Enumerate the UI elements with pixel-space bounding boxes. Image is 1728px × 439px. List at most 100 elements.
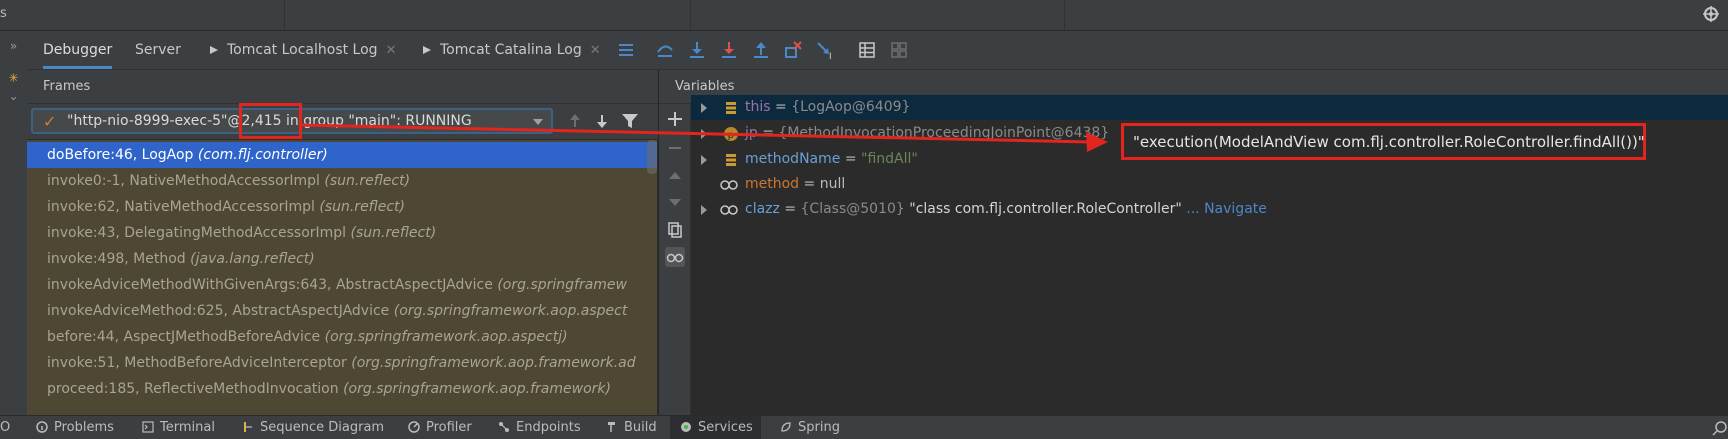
status-item-problems[interactable]: Problems	[36, 416, 114, 439]
frame-row[interactable]: invoke:43, DelegatingMethodAccessorImpl …	[27, 220, 657, 246]
close-icon[interactable]: ✕	[386, 43, 397, 58]
variable-row-this[interactable]: this = {LogAop@6409}	[691, 95, 1728, 120]
expand-arrow-icon[interactable]	[701, 155, 707, 165]
status-item-spring[interactable]: Spring	[780, 416, 840, 439]
tab-tomcat-localhost-log[interactable]: Tomcat Localhost Log ✕	[209, 31, 396, 69]
log-icon	[423, 46, 431, 54]
var-value: "findAll"	[861, 151, 918, 167]
step-over-icon[interactable]	[655, 40, 675, 60]
variables-toolbar	[659, 104, 691, 415]
frame-row[interactable]: invoke:498, Method (java.lang.reflect)	[27, 246, 657, 272]
expand-arrow-icon[interactable]	[701, 205, 707, 215]
toolbar-divider	[690, 0, 691, 30]
frame-row[interactable]: invokeAdviceMethodWithGivenArgs:643, Abs…	[27, 272, 657, 298]
remove-icon[interactable]	[665, 138, 685, 158]
frame-row[interactable]: before:44, AspectJMethodBeforeAdvice (or…	[27, 324, 657, 350]
frame-method: proceed:185, ReflectiveMethodInvocation	[47, 381, 339, 397]
status-item-sequence-diagram[interactable]: Sequence Diagram	[242, 416, 384, 439]
status-item-profiler[interactable]: Profiler	[408, 416, 472, 439]
parameter-icon: p	[724, 127, 738, 141]
frames-list: doBefore:46, LogAop (com.flj.controller)…	[27, 140, 657, 415]
frame-package: (org.springframework.aop.framework)	[343, 381, 611, 397]
frame-row[interactable]: invoke0:-1, NativeMethodAccessorImpl (su…	[27, 168, 657, 194]
status-item-endpoints[interactable]: Endpoints	[498, 416, 581, 439]
var-value: {MethodInvocationProceedingJoinPoint@643…	[778, 125, 1110, 141]
frames-scrollbar[interactable]	[647, 140, 657, 174]
frame-row[interactable]: proceed:185, ReflectiveMethodInvocation …	[27, 376, 657, 402]
status-label: Problems	[54, 420, 114, 435]
hammer-icon	[608, 422, 615, 432]
step-into-icon[interactable]	[687, 40, 707, 60]
run-to-cursor-icon[interactable]: I	[815, 40, 835, 60]
tab-server[interactable]: Server	[135, 31, 181, 69]
frame-package: (sun.reflect)	[324, 173, 411, 189]
filter-icon[interactable]	[621, 112, 639, 130]
var-name: method	[745, 176, 800, 192]
copy-icon[interactable]	[665, 220, 685, 240]
frame-package: (com.flj.controller)	[197, 147, 328, 163]
debug-bug-icon[interactable]: ✳	[0, 71, 27, 85]
variable-row-method[interactable]: method = null	[691, 172, 1728, 197]
arrow-up-icon[interactable]	[566, 112, 584, 130]
watch-icon[interactable]	[665, 247, 685, 267]
status-label: Sequence Diagram	[260, 420, 385, 435]
debug-tab-bar: Debugger Server Tomcat Localhost Log ✕ To…	[27, 31, 1728, 70]
arrow-down-icon[interactable]	[593, 112, 611, 130]
status-label: Build	[624, 420, 657, 435]
status-label: Profiler	[426, 420, 472, 435]
force-step-into-icon[interactable]	[719, 40, 739, 60]
add-icon[interactable]	[665, 109, 685, 129]
variables-title: Variables	[675, 79, 735, 94]
field-icon	[726, 154, 736, 166]
gear-icon[interactable]	[1702, 5, 1720, 23]
status-item-services[interactable]: Services	[670, 416, 761, 439]
status-item-o[interactable]: O	[0, 416, 10, 439]
frame-package: (sun.reflect)	[350, 225, 437, 241]
frame-method: invoke:62, NativeMethodAccessorImpl	[47, 199, 315, 215]
frame-method: invoke:498, Method	[47, 251, 186, 267]
status-label: O	[0, 420, 11, 435]
evaluate-icon[interactable]	[857, 40, 877, 60]
status-label: Terminal	[160, 420, 215, 435]
callout-text: "execution(ModelAndView com.flj.controll…	[1133, 133, 1645, 151]
profiler-icon	[408, 421, 420, 433]
frame-package: (org.springframework.aop.framework.ad	[351, 355, 636, 371]
close-icon[interactable]: ✕	[590, 43, 601, 58]
frame-method: before:44, AspectJMethodBeforeAdvice	[47, 329, 321, 345]
var-eq: =	[757, 125, 779, 141]
frame-row[interactable]: invoke:62, NativeMethodAccessorImpl (sun…	[27, 194, 657, 220]
variable-row-clazz[interactable]: clazz = {Class@5010} "class com.flj.cont…	[691, 197, 1728, 222]
frame-package: (java.lang.reflect)	[190, 251, 315, 267]
navigate-link[interactable]: ... Navigate	[1182, 201, 1267, 217]
status-label: Endpoints	[516, 420, 581, 435]
restore-layout-icon[interactable]	[889, 40, 909, 60]
expand-arrow-icon[interactable]	[701, 103, 707, 113]
thread-selector-row: ✓ "http-nio-8999-exec-5"@2,415 in group …	[27, 104, 658, 139]
frame-row[interactable]: doBefore:46, LogAop (com.flj.controller)	[27, 142, 657, 168]
tab-debugger[interactable]: Debugger	[43, 31, 113, 69]
info-icon	[36, 421, 48, 433]
search-icon[interactable]	[1712, 420, 1728, 436]
move-down-icon[interactable]	[665, 192, 685, 212]
menu-icon[interactable]	[616, 40, 636, 60]
watch-icon	[720, 180, 738, 190]
frames-title: Frames	[43, 79, 91, 94]
status-item-terminal[interactable]: Terminal	[142, 416, 215, 439]
services-icon	[681, 422, 691, 432]
frame-method: invokeAdviceMethodWithGivenArgs:643, Abs…	[47, 277, 493, 293]
frame-package: (org.springframew	[497, 277, 627, 293]
expand-chevron-icon[interactable]: »	[0, 39, 27, 53]
drop-frame-icon[interactable]	[783, 40, 803, 60]
spring-icon	[781, 422, 791, 432]
frame-row[interactable]: invoke:51, MethodBeforeAdviceInterceptor…	[27, 350, 657, 376]
chevron-down-icon[interactable]: ⌄	[0, 89, 27, 103]
frame-method: invoke:43, DelegatingMethodAccessorImpl	[47, 225, 347, 241]
move-up-icon[interactable]	[665, 166, 685, 186]
frame-row[interactable]: invokeAdviceMethod:625, AbstractAspectJA…	[27, 298, 657, 324]
status-item-build[interactable]: Build	[606, 416, 657, 439]
chevron-down-icon[interactable]	[533, 119, 543, 125]
expand-arrow-icon[interactable]	[701, 129, 707, 139]
tab-tomcat-catalina-log[interactable]: Tomcat Catalina Log ✕	[422, 31, 601, 69]
frame-method: doBefore:46, LogAop	[47, 147, 194, 163]
step-out-icon[interactable]	[751, 40, 771, 60]
